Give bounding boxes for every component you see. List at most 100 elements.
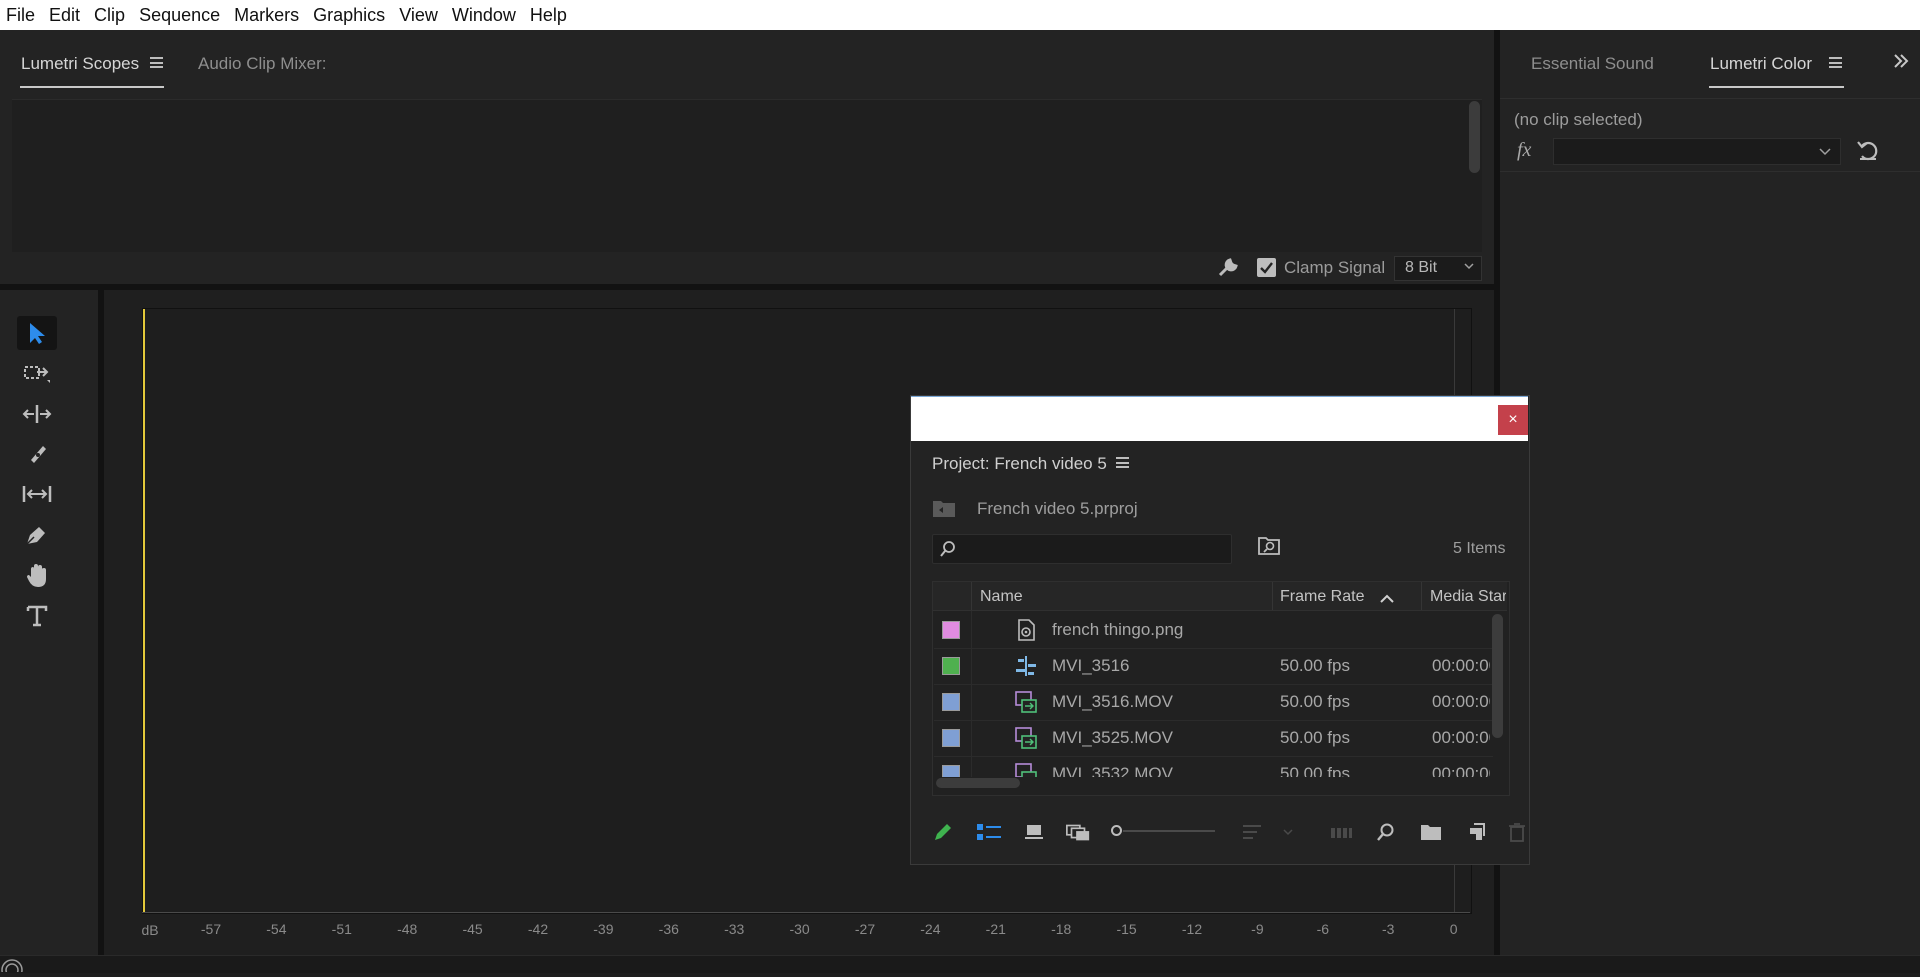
chevron-down-icon[interactable]: [1276, 820, 1300, 844]
header-sep: [971, 582, 972, 610]
panel-header-line: [1500, 171, 1920, 172]
tab-lumetri-scopes[interactable]: Lumetri Scopes: [21, 54, 139, 74]
meter-tick-label: -54: [266, 921, 287, 937]
trash-icon[interactable]: [1508, 820, 1526, 844]
hand-tool[interactable]: [17, 559, 57, 593]
item-media-start: 00:00:00: [1432, 764, 1490, 777]
list-item[interactable]: MVI_3525.MOV 50.00 fps 00:00:00: [934, 720, 1493, 757]
type-tool[interactable]: [17, 599, 57, 633]
vertical-scrollbar[interactable]: [1492, 614, 1503, 738]
search-field[interactable]: [932, 534, 1232, 564]
new-item-icon[interactable]: [1463, 820, 1489, 844]
bin-folder-icon[interactable]: [931, 497, 957, 524]
label-color-swatch[interactable]: [942, 693, 960, 711]
menu-clip[interactable]: Clip: [87, 0, 132, 30]
meter-tick-label: -3: [1381, 921, 1395, 937]
pencil-icon[interactable]: [930, 820, 956, 844]
label-color-swatch[interactable]: [942, 765, 960, 777]
zoom-slider-knob[interactable]: [1111, 825, 1122, 836]
ripple-edit-tool[interactable]: [17, 397, 57, 431]
label-color-swatch[interactable]: [942, 621, 960, 639]
zoom-slider[interactable]: [1111, 824, 1215, 840]
item-name: french thingo.png: [1052, 620, 1184, 639]
icon-view-icon[interactable]: [1021, 820, 1047, 844]
sort-icon[interactable]: [1240, 820, 1266, 844]
automate-to-sequence-icon[interactable]: [1328, 820, 1354, 844]
meter-baseline: [142, 912, 1470, 913]
fx-icon: fx: [1517, 139, 1532, 161]
panel-menu-icon[interactable]: [150, 57, 163, 68]
creative-cloud-icon[interactable]: [0, 958, 24, 977]
pen-icon: [26, 527, 45, 545]
meter-tick-label: -12: [1181, 921, 1203, 937]
meter-tick-label: -18: [1051, 921, 1072, 937]
item-frame-rate: 50.00 fps: [1280, 692, 1350, 711]
project-title[interactable]: Project: French video 5: [932, 454, 1107, 474]
column-media-start[interactable]: Media Star: [1430, 588, 1506, 606]
lumetri-color-panel: [1500, 30, 1920, 955]
chevron-down-icon: [1463, 259, 1475, 277]
clamp-signal-checkbox[interactable]: [1257, 258, 1276, 277]
panel-menu-icon[interactable]: [1829, 57, 1842, 68]
list-view-icon[interactable]: [976, 820, 1002, 844]
project-file-name: French video 5.prproj: [977, 499, 1138, 518]
meter-tick-label: -27: [854, 921, 876, 937]
meter-tick-label: -33: [724, 921, 745, 937]
dialog-title-bar[interactable]: [911, 396, 1528, 441]
item-frame-rate: 50.00 fps: [1280, 764, 1350, 777]
menu-edit[interactable]: Edit: [42, 0, 87, 30]
scopes-scrollbar[interactable]: [1469, 101, 1480, 173]
project-list: french thingo.png MVI_3516 50.00 fps 00:…: [933, 611, 1493, 777]
sort-ascending-icon[interactable]: [1379, 591, 1395, 609]
freeform-view-icon[interactable]: [1065, 820, 1091, 844]
menu-bar: File Edit Clip Sequence Markers Graphics…: [0, 0, 1920, 30]
column-name[interactable]: Name: [980, 588, 1023, 606]
track-select-tool[interactable]: [17, 356, 57, 390]
column-frame-rate[interactable]: Frame Rate: [1280, 588, 1364, 606]
razor-tool[interactable]: [17, 437, 57, 471]
menu-help[interactable]: Help: [523, 0, 574, 30]
wrench-icon[interactable]: [1216, 256, 1240, 280]
double-chevron-right-icon[interactable]: [1892, 52, 1910, 75]
column-sep: [971, 611, 972, 777]
item-name: MVI_3525.MOV: [1052, 728, 1173, 747]
list-item[interactable]: french thingo.png: [934, 612, 1493, 649]
new-bin-icon[interactable]: [1418, 820, 1444, 844]
menu-window[interactable]: Window: [445, 0, 523, 30]
label-color-swatch[interactable]: [942, 729, 960, 747]
meter-tick-label: -24: [920, 921, 941, 937]
menu-view[interactable]: View: [392, 0, 445, 30]
playhead-line[interactable]: [143, 309, 145, 913]
item-frame-rate: 50.00 fps: [1280, 728, 1350, 747]
menu-markers[interactable]: Markers: [227, 0, 306, 30]
scopes-display: [12, 99, 1482, 252]
tab-lumetri-color[interactable]: Lumetri Color: [1710, 54, 1812, 74]
tab-audio-clip-mixer[interactable]: Audio Clip Mixer:: [198, 54, 327, 74]
selection-tool[interactable]: [17, 316, 57, 350]
label-color-swatch[interactable]: [942, 657, 960, 675]
panel-menu-icon[interactable]: [1116, 457, 1129, 468]
search-input[interactable]: [963, 537, 1227, 561]
hand-icon: [27, 564, 46, 587]
slip-tool[interactable]: [17, 477, 57, 511]
meter-tick-label: -30: [789, 921, 810, 937]
list-item[interactable]: MVI_3516.MOV 50.00 fps 00:00:00: [934, 684, 1493, 721]
effect-select[interactable]: [1553, 138, 1841, 165]
close-button[interactable]: ×: [1498, 405, 1528, 435]
meter-tick-label: -45: [462, 921, 483, 937]
video-clip-icon: [1014, 690, 1038, 714]
menu-file[interactable]: File: [0, 0, 42, 30]
item-name: MVI_3516.MOV: [1052, 692, 1173, 711]
find-icon[interactable]: [1373, 820, 1399, 844]
pen-tool[interactable]: [17, 518, 57, 552]
tab-essential-sound[interactable]: Essential Sound: [1531, 54, 1654, 74]
menu-graphics[interactable]: Graphics: [306, 0, 392, 30]
reset-icon[interactable]: [1856, 138, 1880, 167]
bit-depth-select[interactable]: 8 Bit: [1394, 256, 1482, 281]
find-bin-icon[interactable]: [1257, 535, 1281, 562]
horizontal-scrollbar[interactable]: [936, 778, 1020, 788]
menu-sequence[interactable]: Sequence: [132, 0, 227, 30]
list-item[interactable]: MVI_3516 50.00 fps 00:00:00: [934, 648, 1493, 685]
chevron-down-icon: [1818, 144, 1832, 163]
list-item[interactable]: MVI_3532.MOV 50.00 fps 00:00:00: [934, 756, 1493, 777]
